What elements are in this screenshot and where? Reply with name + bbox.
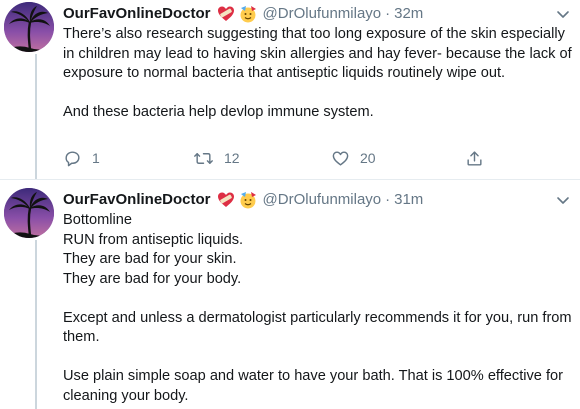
reply-count: 1: [92, 150, 100, 166]
avatar[interactable]: [4, 188, 54, 238]
tweet-thread: OurFavOnlineDoctor @DrOlufunmilayo · 32m…: [0, 0, 580, 409]
user-handle[interactable]: @DrOlufunmilayo: [263, 3, 382, 25]
retweet-icon: [194, 152, 213, 164]
tweet-actions: 1 12 20: [63, 147, 523, 169]
tweet-text: There’s also research suggesting that to…: [63, 25, 573, 123]
tweet-paragraph: And these bacteria help devlop immune sy…: [63, 104, 374, 120]
tweet[interactable]: OurFavOnlineDoctor @DrOlufunmilayo ·: [0, 0, 580, 180]
avatar[interactable]: [4, 2, 54, 52]
retweet-count: 12: [224, 150, 240, 166]
meta-separator: ·: [385, 5, 391, 22]
palm-tree-avatar-icon: [4, 2, 54, 52]
retweet-button[interactable]: 12: [193, 147, 240, 169]
tweet-paragraph: There’s also research suggesting that to…: [63, 26, 572, 81]
meta-separator: ·: [385, 191, 391, 208]
share-button[interactable]: [465, 147, 484, 169]
reply-icon: [65, 150, 80, 166]
heart-with-bandage-emoji-icon: [217, 5, 235, 23]
partying-face-emoji-icon: [239, 5, 257, 23]
share-icon: [467, 150, 482, 166]
tweet-paragraph: Use plain simple soap and water to have …: [63, 368, 563, 404]
tweet-header: OurFavOnlineDoctor @DrOlufunmilayo ·: [63, 3, 423, 25]
heart-icon: [332, 150, 349, 166]
reply-button[interactable]: 1: [63, 147, 100, 169]
tweet[interactable]: OurFavOnlineDoctor @DrOlufunmilayo ·: [0, 180, 580, 409]
tweet-paragraph: Bottomline RUN from antiseptic liquids. …: [63, 212, 244, 287]
heart-with-bandage-emoji-icon: [217, 191, 235, 209]
like-button[interactable]: 20: [331, 147, 376, 169]
tweet-text: Bottomline RUN from antiseptic liquids. …: [63, 211, 573, 406]
user-handle[interactable]: @DrOlufunmilayo: [263, 189, 382, 211]
tweet-paragraph: Except and unless a dermatologist partic…: [63, 309, 572, 346]
timestamp[interactable]: 31m: [394, 189, 423, 211]
display-name[interactable]: OurFavOnlineDoctor: [63, 3, 211, 25]
like-count: 20: [360, 150, 376, 166]
chevron-down-icon[interactable]: [554, 5, 572, 23]
tweet-header: OurFavOnlineDoctor @DrOlufunmilayo ·: [63, 189, 423, 211]
partying-face-emoji-icon: [239, 191, 257, 209]
thread-connector-line: [35, 240, 37, 409]
palm-tree-avatar-icon: [4, 188, 54, 238]
display-name[interactable]: OurFavOnlineDoctor: [63, 189, 211, 211]
chevron-down-icon[interactable]: [554, 191, 572, 209]
thread-connector-line: [35, 54, 37, 180]
timestamp[interactable]: 32m: [394, 3, 423, 25]
